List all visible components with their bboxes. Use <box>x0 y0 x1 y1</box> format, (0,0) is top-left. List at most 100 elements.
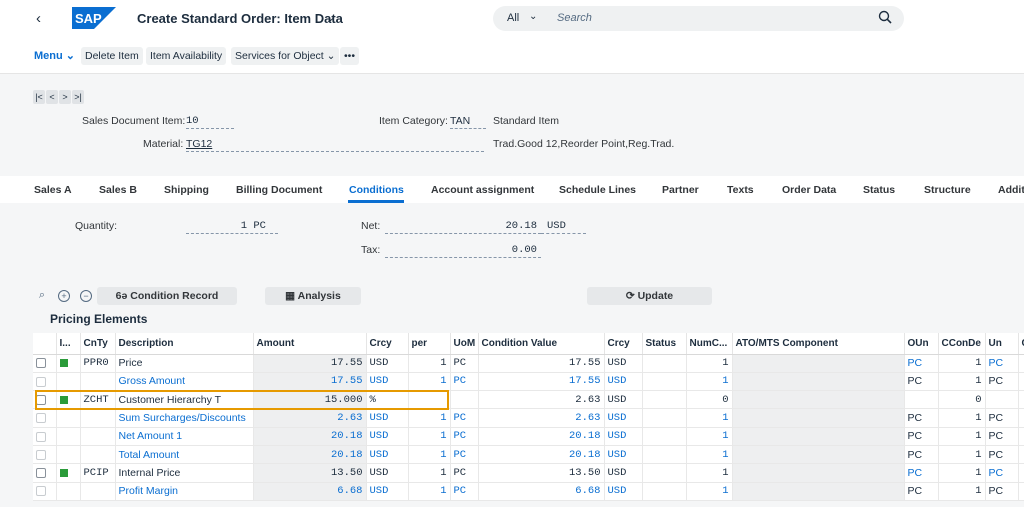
back-button[interactable]: ‹ <box>36 10 41 27</box>
column-header[interactable]: CConDe <box>938 333 986 355</box>
tab-texts[interactable]: Texts <box>727 184 754 196</box>
column-header[interactable]: I... <box>56 333 81 355</box>
column-header[interactable]: NumC... <box>686 333 733 355</box>
currency-cell[interactable]: USD <box>366 445 409 465</box>
select-all-column[interactable] <box>33 333 57 355</box>
row-select[interactable] <box>33 390 57 410</box>
row-checkbox[interactable] <box>36 413 46 424</box>
condition-type-cell[interactable]: PPR0 <box>80 354 116 373</box>
chevron-down-icon[interactable]: ⌄ <box>326 11 335 24</box>
row-checkbox[interactable] <box>36 486 46 497</box>
item-availability-button[interactable]: Item Availability <box>146 47 227 65</box>
search-bar[interactable]: All ⌄ Search <box>493 6 904 31</box>
currency-cell[interactable]: USD <box>366 463 409 483</box>
per-cell[interactable]: 1 <box>408 408 451 428</box>
quantity-field[interactable]: 1 PC <box>186 220 278 234</box>
condition-type-cell[interactable]: PCIP <box>80 463 116 483</box>
table-row[interactable]: Sum Surcharges/Discounts 2.63 USD 1 PC 2.63 US… <box>33 408 1024 428</box>
column-header[interactable]: Crcy <box>366 333 409 355</box>
delete-item-button[interactable]: Delete Item <box>81 47 143 65</box>
currency-cell[interactable]: % <box>366 390 409 410</box>
row-select[interactable] <box>33 427 57 446</box>
first-record-button[interactable]: |< <box>33 90 45 104</box>
row-checkbox[interactable] <box>36 376 46 387</box>
per-cell[interactable]: 1 <box>408 354 451 373</box>
condition-record-button[interactable]: 6ə Condition Record <box>97 287 237 305</box>
tab-billing-document[interactable]: Billing Document <box>236 184 322 196</box>
tab-conditions[interactable]: Conditions <box>349 184 404 196</box>
currency-cell[interactable]: USD <box>366 482 409 501</box>
row-select[interactable] <box>33 354 57 373</box>
table-row[interactable]: Profit Margin 6.68 USD 1 PC 6.68 USD 1 PC 1 PC <box>33 482 1024 501</box>
amount-cell[interactable]: 15.000 <box>253 390 367 410</box>
menu-button[interactable]: Menu ⌄ <box>34 49 75 62</box>
table-row[interactable]: Gross Amount 17.55 USD 1 PC 17.55 USD 1 PC 1 PC <box>33 372 1024 392</box>
amount-cell[interactable]: 17.55 <box>253 372 367 392</box>
next-record-button[interactable]: > <box>59 90 71 104</box>
amount-cell[interactable]: 17.55 <box>253 354 367 373</box>
more-icon[interactable]: ••• <box>340 47 360 65</box>
tab-sales-b[interactable]: Sales B <box>99 184 137 196</box>
uom-cell[interactable]: PC <box>450 482 479 501</box>
item-category-field[interactable]: TAN <box>450 115 486 129</box>
condition-type-cell[interactable]: ZCHT <box>80 390 116 410</box>
tab-shipping[interactable]: Shipping <box>164 184 209 196</box>
update-button[interactable]: ⟳ Update <box>587 287 712 305</box>
column-header[interactable]: C <box>1018 333 1024 355</box>
table-row[interactable]: PCIP Internal Price 13.50 USD 1 PC 13.50 USD 1 PC… <box>33 463 1024 483</box>
table-row[interactable]: Net Amount 1 20.18 USD 1 PC 20.18 USD 1 PC 1 PC <box>33 427 1024 446</box>
amount-cell[interactable]: 20.18 <box>253 445 367 465</box>
tab-structure[interactable]: Structure <box>924 184 971 196</box>
per-cell[interactable] <box>408 390 451 410</box>
search-icon[interactable] <box>878 10 892 24</box>
currency-cell[interactable]: USD <box>366 372 409 392</box>
amount-cell[interactable]: 20.18 <box>253 427 367 446</box>
column-header[interactable]: Amount <box>253 333 367 355</box>
analysis-button[interactable]: ▦ Analysis <box>265 287 361 305</box>
table-row[interactable]: Total Amount 20.18 USD 1 PC 20.18 USD 1 PC 1 PC <box>33 445 1024 465</box>
app-title[interactable]: Create Standard Order: Item Data <box>137 11 343 26</box>
tab-order-data[interactable]: Order Data <box>782 184 836 196</box>
column-header[interactable]: ATO/MTS Component <box>732 333 905 355</box>
per-cell[interactable]: 1 <box>408 427 451 446</box>
description-cell[interactable]: Total Amount <box>115 445 254 465</box>
row-select[interactable] <box>33 408 57 428</box>
table-row[interactable]: PPR0 Price 17.55 USD 1 PC 17.55 USD 1 PC 1 PC <box>33 354 1024 373</box>
amount-cell[interactable]: 2.63 <box>253 408 367 428</box>
per-cell[interactable]: 1 <box>408 445 451 465</box>
column-header[interactable]: Crcy <box>604 333 643 355</box>
column-header[interactable]: UoM <box>450 333 479 355</box>
tab-sales-a[interactable]: Sales A <box>34 184 72 196</box>
uom-cell[interactable]: PC <box>450 463 479 483</box>
description-cell[interactable]: Net Amount 1 <box>115 427 254 446</box>
tab-schedule-lines[interactable]: Schedule Lines <box>559 184 636 196</box>
row-select[interactable] <box>33 372 57 392</box>
row-checkbox[interactable] <box>36 358 46 369</box>
table-row[interactable]: ZCHT Customer Hierarchy T 15.000% 2.63 USD 0 0 <box>33 390 1024 410</box>
search-input[interactable]: Search <box>557 12 592 24</box>
column-header[interactable]: OUn <box>904 333 939 355</box>
description-cell[interactable]: Gross Amount <box>115 372 254 392</box>
add-row-icon[interactable]: + <box>58 290 70 302</box>
tab-status[interactable]: Status <box>863 184 895 196</box>
description-cell[interactable]: Sum Surcharges/Discounts <box>115 408 254 428</box>
amount-cell[interactable]: 6.68 <box>253 482 367 501</box>
uom-cell[interactable]: PC <box>450 408 479 428</box>
row-select[interactable] <box>33 482 57 501</box>
per-cell[interactable]: 1 <box>408 372 451 392</box>
currency-cell[interactable]: USD <box>366 427 409 446</box>
uom-cell[interactable]: PC <box>450 445 479 465</box>
row-checkbox[interactable] <box>36 394 46 405</box>
previous-record-button[interactable]: < <box>46 90 58 104</box>
amount-cell[interactable]: 13.50 <box>253 463 367 483</box>
tab-partner[interactable]: Partner <box>662 184 699 196</box>
row-checkbox[interactable] <box>36 431 46 442</box>
per-cell[interactable]: 1 <box>408 463 451 483</box>
zoom-icon[interactable]: ⌕ <box>36 290 48 302</box>
column-header[interactable]: Description <box>115 333 254 355</box>
description-cell[interactable]: Profit Margin <box>115 482 254 501</box>
column-header[interactable]: per <box>408 333 451 355</box>
tab-additional[interactable]: Addit <box>998 184 1024 196</box>
column-header[interactable]: Status <box>642 333 687 355</box>
uom-cell[interactable]: PC <box>450 427 479 446</box>
